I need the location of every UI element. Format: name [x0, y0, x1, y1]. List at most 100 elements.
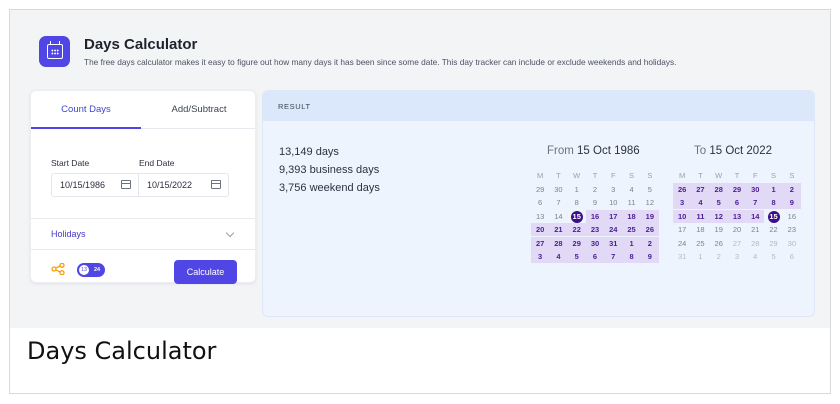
calendar-day: 5 [709, 196, 728, 209]
calendar-day: 3 [531, 250, 550, 263]
calendar-day: 3 [734, 252, 740, 261]
calendar-day: 31 [677, 252, 687, 261]
weekday-label: S [647, 171, 653, 180]
calendar-day: 6 [727, 196, 747, 209]
calendar-day: 31 [604, 236, 623, 250]
calendar-day: 22 [567, 223, 586, 236]
calendar-day: 17 [604, 209, 623, 223]
calendar-week-row: 29 30 1 2 3 4 5 [531, 183, 659, 197]
share-icon[interactable] [51, 263, 65, 275]
calendar-day: 22 [769, 225, 778, 234]
page-subtitle: The free days calculator makes it easy t… [84, 57, 677, 67]
calendar-day: 28 [751, 238, 760, 248]
calendar-day: 13 [727, 209, 747, 223]
calendar-week-row: 6 7 8 9 10 11 12 [531, 196, 659, 210]
calendar-icon [39, 36, 70, 67]
calendar-day: 23 [585, 223, 605, 236]
from-calendar: M T W T F S S 29 30 1 2 3 4 5 6 7 8 9 10 11 12 13 14 15 16 17 18 19… [531, 169, 659, 264]
calendar-day: 29 [535, 184, 545, 194]
result-weekend-days: 3,756 weekend days [279, 182, 380, 194]
calculate-button[interactable]: Calculate [174, 260, 237, 284]
calendar-day: 11 [691, 209, 710, 223]
tab-add-subtract[interactable]: Add/Subtract [141, 91, 257, 129]
calendar-week-row: 13 14 15 16 17 18 19 [531, 209, 659, 224]
mode-tabs: Count Days Add/Subtract [31, 91, 255, 129]
result-business-days: 9,393 business days [279, 164, 380, 176]
result-label: RESULT [278, 102, 311, 111]
calendar-day: 11 [627, 198, 636, 207]
start-date-input[interactable]: 10/15/1986 [51, 173, 139, 197]
page-title: Days Calculator [84, 36, 198, 53]
calendar-day: 3 [611, 184, 616, 194]
weekday-label: T [698, 171, 703, 180]
from-date: 15 Oct 1986 [577, 145, 640, 157]
to-calendar: M T W T F S S 26 27 28 29 30 1 2 3 4 5 6 7 8 9 10 11 12 13 14 15 16… [673, 169, 801, 264]
holidays-toggle[interactable]: Holidays [51, 229, 86, 239]
screenshot-frame: Days Calculator The free days calculator… [9, 9, 831, 394]
calendar-day: 24 [677, 238, 687, 248]
start-date-value: 10/15/1986 [60, 180, 106, 190]
to-prefix: To [694, 145, 710, 157]
calendar-day: 26 [714, 238, 723, 248]
calendar-day: 4 [549, 250, 568, 263]
calendar-day: 7 [556, 198, 561, 207]
calendar-day: 27 [531, 236, 550, 250]
end-date-input[interactable]: 10/15/2022 [139, 173, 229, 197]
weekday-header-row: MTWTFSS [531, 169, 659, 183]
days-calculator-app: Days Calculator The free days calculator… [10, 10, 830, 328]
calendar-day: 12 [709, 209, 728, 223]
calendar-day: 8 [764, 196, 783, 209]
calendar-day: 6 [585, 250, 605, 263]
calendar-day: 9 [640, 250, 659, 263]
calendar-day: 12 [645, 198, 654, 207]
tab-count-days[interactable]: Count Days [31, 91, 141, 129]
to-date: 15 Oct 2022 [709, 145, 772, 157]
calendar-day: 30 [554, 184, 563, 194]
calendar-day: 10 [673, 209, 692, 223]
display-toggle[interactable]: 13 24 [77, 263, 105, 277]
calendar-day: 5 [567, 250, 586, 263]
calendar-day: 7 [604, 250, 623, 263]
toggle-option-24: 24 [93, 267, 101, 273]
calendar-day: 1 [698, 252, 703, 261]
calendar-day: 1 [622, 236, 641, 250]
chevron-down-icon[interactable] [225, 228, 235, 238]
divider [31, 249, 255, 250]
end-date-label: End Date [139, 158, 175, 168]
toggle-option-13: 13 [79, 265, 89, 275]
calendar-day: 3 [673, 196, 692, 209]
calendar-day: 14 [746, 209, 765, 223]
calendar-day: 18 [622, 209, 641, 223]
calendar-day: 21 [751, 225, 760, 234]
calendar-day: 23 [787, 225, 796, 234]
calendar-day: 27 [691, 182, 710, 196]
calendar-day: 2 [592, 184, 598, 194]
weekday-label: F [752, 171, 758, 180]
calendar-day: 2 [640, 236, 659, 250]
calendar-week-row: 26 27 28 29 30 1 2 [673, 182, 801, 197]
calendar-day: 8 [622, 250, 641, 263]
calendar-week-row: 31 1 2 3 4 5 6 [673, 250, 801, 264]
calendar-day: 29 [567, 236, 586, 250]
divider [31, 218, 255, 219]
calendar-day: 4 [753, 252, 758, 261]
start-date-label: Start Date [51, 158, 90, 168]
calendar-day: 25 [622, 223, 641, 236]
weekday-label: T [734, 171, 740, 180]
calendar-day: 29 [769, 238, 778, 248]
weekday-label: M [679, 171, 686, 180]
calendar-day: 29 [727, 182, 747, 196]
calendar-day: 1 [764, 182, 783, 196]
calendar-picker-icon[interactable] [211, 180, 221, 189]
selected-day: 15 [767, 210, 780, 223]
calendar-day: 27 [732, 238, 742, 248]
calendar-picker-icon[interactable] [121, 180, 131, 189]
calendar-week-row: 3456789 [531, 250, 659, 264]
calendar-day: 5 [771, 252, 776, 261]
calendar-day: 24 [604, 223, 623, 236]
weekday-label: M [537, 171, 544, 180]
weekday-header-row: MTWTFSS [673, 169, 801, 183]
calendar-week-row: 3456789 [673, 196, 801, 210]
calendar-day: 9 [782, 196, 801, 209]
caption-title: Days Calculator [27, 337, 217, 365]
